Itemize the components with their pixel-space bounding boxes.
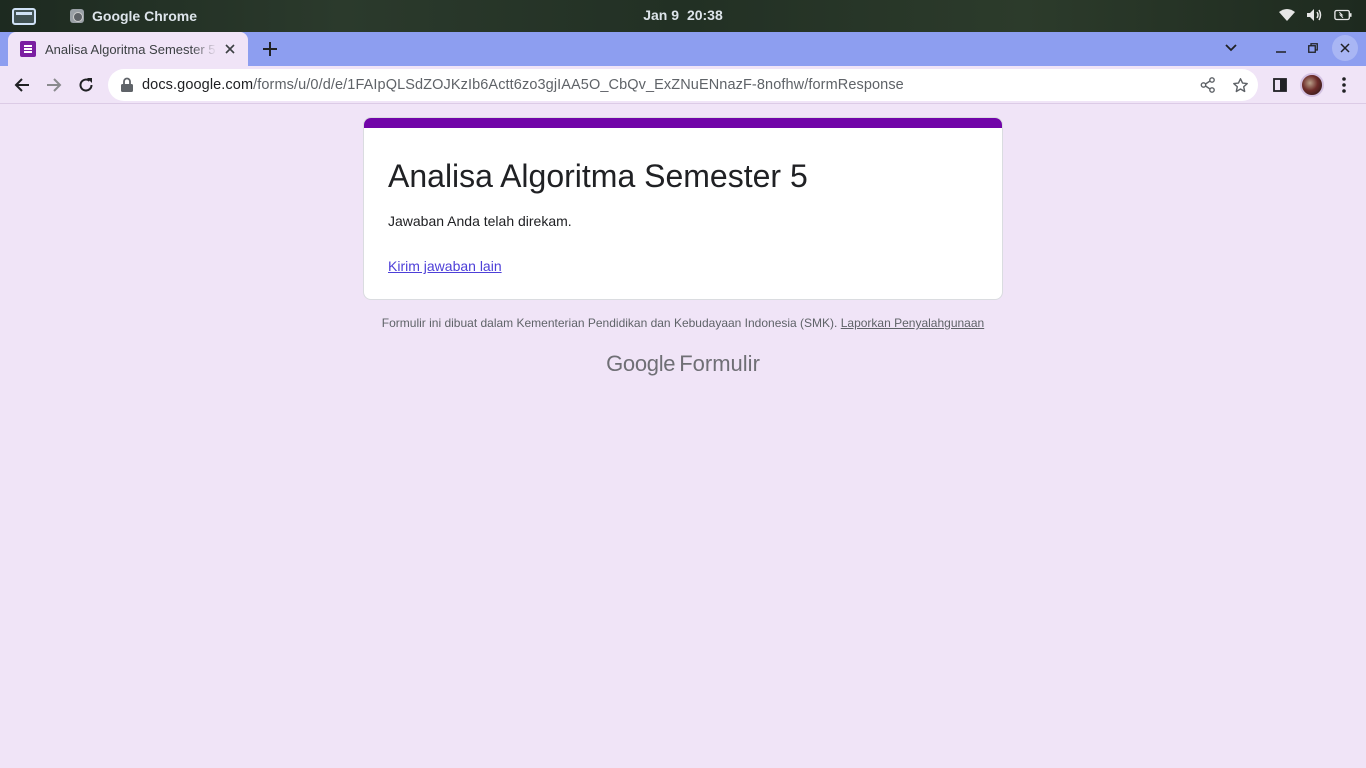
volume-icon[interactable] (1306, 6, 1324, 24)
minimize-button[interactable] (1268, 35, 1294, 61)
os-top-bar: Google Chrome Jan 9 20:38 (0, 0, 1366, 32)
new-tab-button[interactable] (258, 37, 282, 61)
reload-button[interactable] (72, 71, 100, 99)
form-title: Analisa Algoritma Semester 5 (388, 158, 808, 194)
tab-active[interactable]: Analisa Algoritma Semester 5 (Formulir) (8, 32, 248, 66)
form-response-card: Analisa Algoritma Semester 5 Jawaban And… (363, 117, 1003, 300)
os-date: Jan 9 (643, 7, 680, 23)
share-icon[interactable] (1198, 75, 1218, 95)
arrow-back-icon (14, 78, 29, 92)
tab-strip: Analisa Algoritma Semester 5 (Formulir) (0, 32, 1366, 66)
system-tray[interactable] (1278, 6, 1352, 24)
restore-icon (1308, 43, 1318, 53)
chevron-down-icon (1225, 44, 1237, 52)
confirmation-message: Jawaban Anda telah direkam. (388, 213, 572, 229)
url-host: docs.google.com (142, 77, 254, 93)
forward-button[interactable] (40, 71, 68, 99)
avatar (1300, 73, 1324, 97)
google-forms-logo[interactable]: Google Formulir (0, 351, 1366, 377)
minimize-icon (1276, 51, 1286, 53)
side-panel-button[interactable] (1266, 71, 1294, 99)
form-footer-note: Formulir ini dibuat dalam Kementerian Pe… (0, 316, 1366, 330)
plus-icon (263, 42, 277, 56)
tab-close-icon[interactable] (222, 41, 238, 57)
battery-icon[interactable] (1334, 6, 1352, 24)
tab-search-button[interactable] (1218, 35, 1244, 61)
reload-icon (79, 78, 93, 92)
bookmark-star-icon[interactable] (1230, 75, 1250, 95)
address-bar[interactable]: docs.google.com/forms/u/0/d/e/1FAIpQLSdZ… (108, 69, 1258, 101)
lock-icon[interactable] (120, 77, 134, 93)
close-window-button[interactable] (1332, 35, 1358, 61)
os-time: 20:38 (686, 7, 723, 23)
profile-button[interactable] (1298, 71, 1326, 99)
back-button[interactable] (8, 71, 36, 99)
report-abuse-link[interactable]: Laporkan Penyalahgunaan (841, 316, 984, 330)
arrow-forward-icon (47, 78, 62, 92)
chrome-menu-button[interactable] (1330, 71, 1358, 99)
form-accent-bar (364, 118, 1002, 128)
google-forms-favicon-icon (20, 41, 36, 57)
wifi-icon[interactable] (1278, 6, 1296, 24)
submit-another-response-link[interactable]: Kirim jawaban lain (388, 258, 502, 274)
browser-toolbar: docs.google.com/forms/u/0/d/e/1FAIpQLSdZ… (0, 66, 1366, 104)
restore-button[interactable] (1300, 35, 1326, 61)
brand-product: Formulir (679, 351, 760, 376)
window-controls (1218, 35, 1358, 61)
os-clock[interactable]: Jan 9 20:38 (0, 7, 1366, 23)
close-icon (1340, 43, 1350, 53)
brand-google: Google (606, 351, 676, 376)
side-panel-icon (1273, 78, 1287, 92)
url-text[interactable]: docs.google.com/forms/u/0/d/e/1FAIpQLSdZ… (142, 77, 904, 93)
footer-note-text: Formulir ini dibuat dalam Kementerian Pe… (381, 316, 838, 330)
more-vert-icon (1342, 77, 1346, 93)
tab-title: Analisa Algoritma Semester 5 (Formulir) (45, 41, 217, 57)
url-path: /forms/u/0/d/e/1FAIpQLSdZOJKzIb6Actt6zo3… (253, 77, 904, 93)
